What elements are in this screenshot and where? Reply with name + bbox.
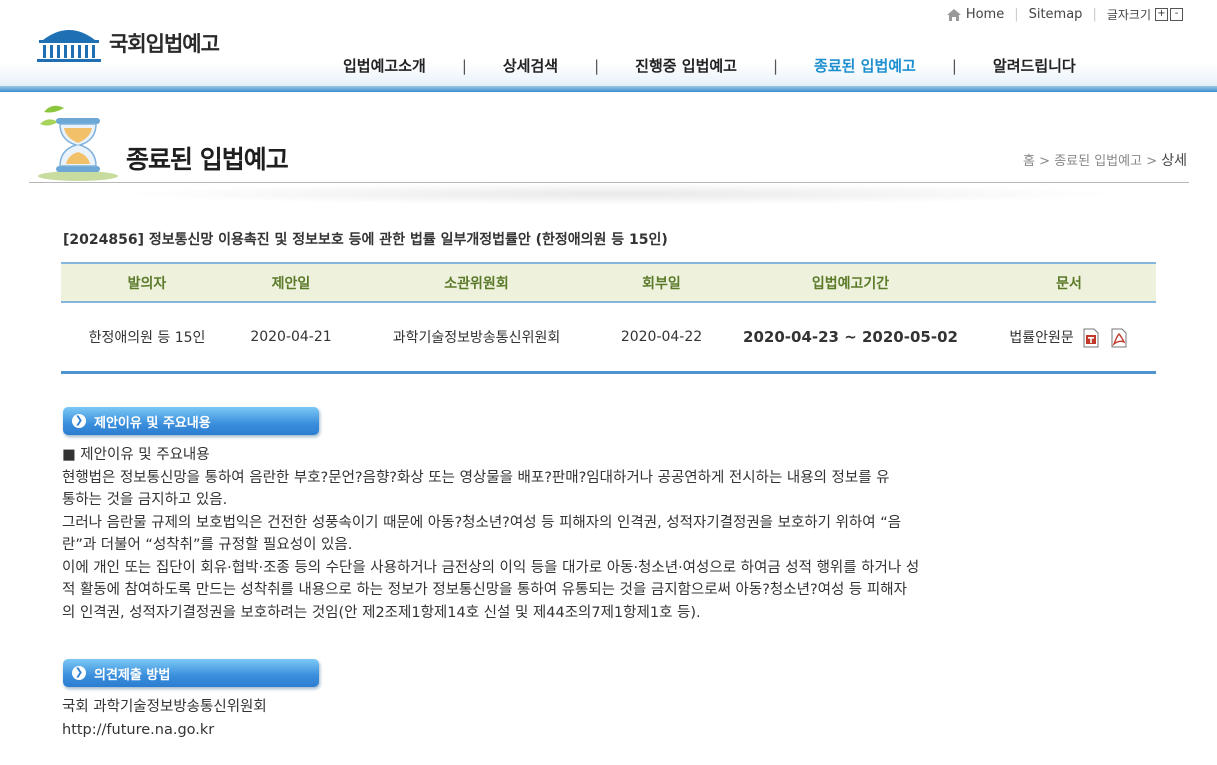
home-link[interactable]: Home bbox=[946, 7, 1004, 22]
column-header: 문서 bbox=[982, 262, 1156, 303]
breadcrumb-separator: > bbox=[1146, 154, 1158, 169]
nav-separator: | bbox=[594, 56, 600, 75]
breadcrumb-separator: > bbox=[1039, 154, 1051, 169]
breadcrumb: 홈 > 종료된 입법예고 > 상세 bbox=[1023, 150, 1187, 170]
referral-date-cell: 2020-04-22 bbox=[604, 302, 719, 374]
hourglass-icon bbox=[38, 105, 118, 181]
logo-text: 국회입법예고 bbox=[109, 32, 220, 56]
site-logo[interactable]: 국회입법예고 bbox=[35, 22, 220, 64]
nav-separator: | bbox=[461, 56, 467, 75]
content-line: 적 활동에 참여하도록 만드는 성착취를 내용으로 하는 정보가 정보통신망을 … bbox=[62, 582, 907, 598]
opinion-method-content: 국회 과학기술정보방송통신위원회 http://future.na.go.kr bbox=[62, 696, 1112, 741]
notice-period-cell: 2020-04-23 ~ 2020-05-02 bbox=[719, 302, 982, 374]
content-line: 통하는 것을 금지하고 있음. bbox=[62, 492, 228, 508]
zoom-in-button[interactable]: + bbox=[1155, 8, 1168, 21]
nav-separator: | bbox=[951, 56, 957, 75]
title-shadow bbox=[120, 183, 1120, 205]
sitemap-link[interactable]: Sitemap bbox=[1029, 7, 1083, 22]
home-icon bbox=[946, 8, 961, 21]
committee-name: 국회 과학기술정보방송통신위원회 bbox=[62, 699, 267, 715]
section-button-label: 의견제출 방법 bbox=[94, 667, 171, 683]
content-line: 그러나 음란물 규제의 보호법익은 건전한 성풍속이기 때문에 아동?청소년?여… bbox=[62, 514, 902, 531]
proposal-reason-content: ■ 제안이유 및 주요내용 현행법은 정보통신망을 통하여 음란한 부호?문언?… bbox=[62, 444, 1112, 624]
content-line: 현행법은 정보통신망을 통하여 음란한 부호?문언?음향?화상 또는 영상물을 … bbox=[62, 469, 890, 486]
bill-info-table: 발의자 제안일 소관위원회 회부일 입법예고기간 문서 한정애의원 등 15인 … bbox=[61, 262, 1156, 374]
chevron-right-icon: ❯ bbox=[72, 666, 86, 680]
zoom-out-button[interactable]: - bbox=[1170, 8, 1183, 21]
nav-item-about[interactable]: 입법예고소개 bbox=[343, 55, 426, 76]
proposal-date-cell: 2020-04-21 bbox=[233, 302, 349, 374]
header-divider bbox=[0, 86, 1217, 92]
column-header: 회부일 bbox=[604, 262, 719, 303]
breadcrumb-closed[interactable]: 종료된 입법예고 bbox=[1054, 154, 1142, 169]
nav-separator: | bbox=[772, 56, 779, 75]
section-button-label: 제안이유 및 주요내용 bbox=[94, 415, 211, 431]
committee-cell: 과학기술정보방송통신위원회 bbox=[349, 302, 604, 374]
main-navigation: 입법예고소개 | 상세검색 | 진행중 입법예고 | 종료된 입법예고 | 알려… bbox=[343, 55, 1076, 76]
section-proposal-reason-button[interactable]: ❯ 제안이유 및 주요내용 bbox=[63, 407, 319, 435]
breadcrumb-home[interactable]: 홈 bbox=[1023, 154, 1035, 169]
home-link-label: Home bbox=[965, 7, 1005, 22]
section-opinion-method-button[interactable]: ❯ 의견제출 방법 bbox=[63, 659, 319, 687]
column-header: 입법예고기간 bbox=[719, 262, 982, 303]
nav-item-search[interactable]: 상세검색 bbox=[503, 55, 558, 76]
document-label: 법률안원문 bbox=[1009, 329, 1074, 346]
table-row: 한정애의원 등 15인 2020-04-21 과학기술정보방송통신위원회 202… bbox=[61, 302, 1156, 374]
page-title: 종료된 입법예고 bbox=[126, 145, 289, 174]
committee-url-link[interactable]: http://future.na.go.kr bbox=[62, 719, 1112, 742]
content-line: 란”과 더불어 “성착취”를 규정할 필요성이 있음. bbox=[62, 537, 353, 553]
national-assembly-logo-icon bbox=[37, 30, 101, 62]
util-separator: | bbox=[1014, 7, 1019, 22]
nav-item-ongoing[interactable]: 진행중 입법예고 bbox=[635, 55, 737, 76]
breadcrumb-current: 상세 bbox=[1161, 153, 1187, 169]
column-header: 제안일 bbox=[233, 262, 349, 303]
utility-menu: Home | Sitemap | 글자크기 + - bbox=[946, 6, 1183, 23]
font-size-label: 글자크기 bbox=[1106, 8, 1151, 22]
page-title-area: 종료된 입법예고 홈 > 종료된 입법예고 > 상세 bbox=[29, 100, 1189, 183]
document-cell: 법률안원문 bbox=[982, 302, 1156, 374]
hwp-file-icon[interactable] bbox=[1081, 328, 1101, 348]
table-header-row: 발의자 제안일 소관위원회 회부일 입법예고기간 문서 bbox=[61, 262, 1156, 303]
content-line: 의 인격권, 성적자기결정권을 보호하려는 것임(안 제2조제1항제14호 신설… bbox=[62, 604, 701, 621]
section-heading: ■ 제안이유 및 주요내용 bbox=[62, 447, 210, 463]
pdf-file-icon[interactable] bbox=[1109, 328, 1129, 348]
proposer-cell: 한정애의원 등 15인 bbox=[61, 302, 233, 374]
content-line: 이에 개인 또는 집단이 회유·협박·조종 등의 수단을 사용하거나 금전상의 … bbox=[62, 559, 920, 576]
nav-item-notice[interactable]: 알려드립니다 bbox=[993, 55, 1076, 76]
util-separator: | bbox=[1092, 7, 1097, 22]
nav-item-closed[interactable]: 종료된 입법예고 bbox=[814, 55, 916, 76]
column-header: 소관위원회 bbox=[349, 262, 604, 303]
column-header: 발의자 bbox=[61, 262, 233, 303]
chevron-right-icon: ❯ bbox=[72, 414, 86, 428]
bill-title: [2024856] 정보통신망 이용촉진 및 정보보호 등에 관한 법률 일부개… bbox=[63, 232, 668, 248]
